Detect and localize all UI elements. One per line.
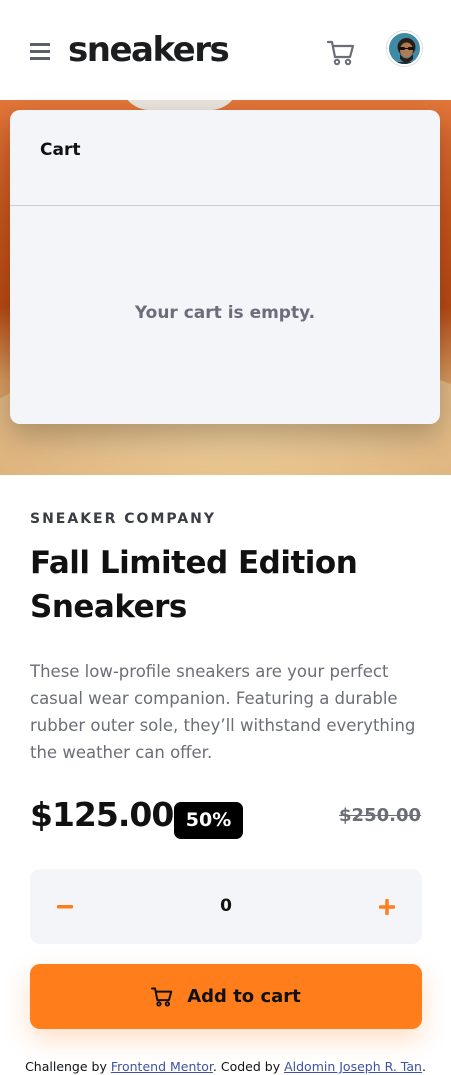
footer-suffix: . <box>421 1059 426 1074</box>
frontend-mentor-link[interactable]: Frontend Mentor <box>111 1059 213 1074</box>
footer-middle: . Coded by <box>212 1059 285 1074</box>
company-name: SNEAKER COMPANY <box>30 511 217 527</box>
add-to-cart-label: Add to cart <box>187 986 301 1007</box>
add-to-cart-button[interactable]: Add to cart <box>30 964 422 1029</box>
plus-icon-graphic <box>379 898 395 915</box>
menu-bar <box>30 43 50 46</box>
quantity-stepper: 0 <box>30 869 422 944</box>
menu-bar <box>30 50 50 53</box>
cart-icon-graphic <box>326 40 355 66</box>
cart-icon[interactable] <box>326 40 355 68</box>
site-header: sneakers <box>0 0 451 100</box>
minus-icon[interactable] <box>30 869 100 944</box>
hamburger-menu-icon[interactable] <box>30 43 50 61</box>
discount-badge: 50% <box>174 802 243 839</box>
product-title: Fall Limited Edition Sneakers <box>30 545 358 625</box>
cart-title: Cart <box>40 140 81 160</box>
cart-dropdown: Cart Your cart is empty. <box>10 110 440 424</box>
cart-icon <box>151 987 173 1007</box>
product-description: These low-profile sneakers are your perf… <box>30 662 416 762</box>
author-link[interactable]: Aldomin Joseph R. Tan <box>284 1059 422 1074</box>
plus-icon[interactable] <box>352 869 422 944</box>
minus-icon-graphic <box>57 904 73 908</box>
footer-prefix: Challenge by <box>25 1059 111 1074</box>
current-price: $125.00 <box>30 795 174 834</box>
user-avatar[interactable] <box>387 31 422 66</box>
avatar-image <box>389 33 420 64</box>
cart-divider <box>10 205 440 206</box>
cart-empty-message: Your cart is empty. <box>134 303 316 323</box>
original-price: $250.00 <box>339 805 421 826</box>
logo[interactable]: sneakers <box>68 28 230 72</box>
footer-attribution: Challenge by Frontend Mentor. Coded by A… <box>0 1059 451 1074</box>
menu-bar <box>30 57 50 60</box>
sneaker-image <box>120 100 240 110</box>
